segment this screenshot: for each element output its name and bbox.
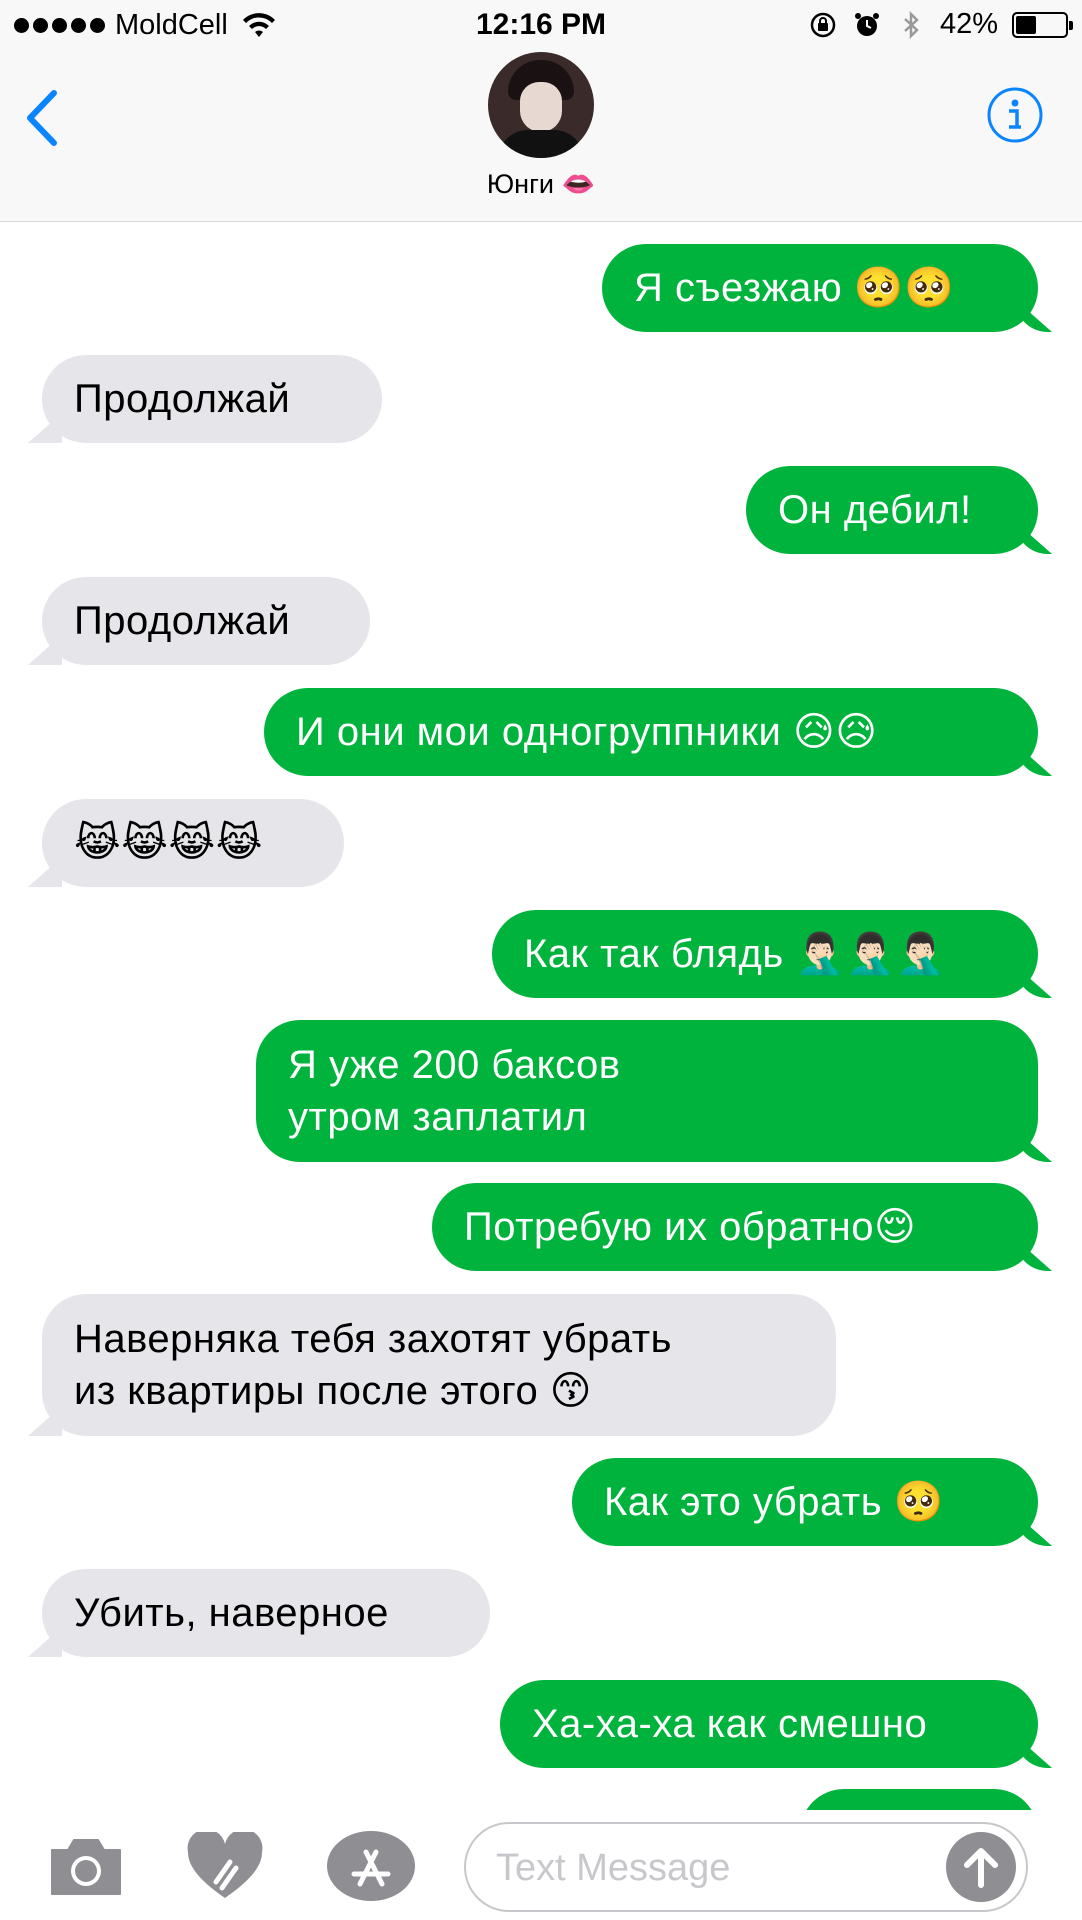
message-bubble-incoming[interactable]: Убить, наверное: [42, 1569, 490, 1657]
message-text-field[interactable]: [464, 1822, 1028, 1912]
back-chevron-icon: [27, 90, 57, 146]
message-bubble-outgoing[interactable]: Ха-ха-ха как смешно: [500, 1680, 1038, 1768]
back-button[interactable]: [24, 78, 74, 158]
message-bubble-outgoing[interactable]: Я съезжаю 🥺🥺: [602, 244, 1038, 332]
battery-percent: 42%: [939, 8, 998, 40]
message-bubble-incoming[interactable]: 😹😹😹😹: [42, 799, 344, 887]
message-bubble-outgoing[interactable]: Как так блядь 🤦🏻‍♂️🤦🏻‍♂️🤦🏻‍♂️: [492, 910, 1038, 998]
status-right: 42%: [808, 8, 1073, 41]
alarm-icon: [854, 12, 879, 36]
message-bubble-outgoing[interactable]: И они мои одногруппники 😥😥: [264, 688, 1038, 776]
message-bubble-outgoing-partial[interactable]: [800, 1789, 1038, 1810]
message-bubble-outgoing[interactable]: Потребую их обратно😌: [432, 1183, 1038, 1271]
battery-fill: [1016, 15, 1037, 34]
contact-name[interactable]: Юнги 👄: [0, 168, 1082, 200]
message-bubble-outgoing[interactable]: Я уже 200 баксов утром заплатил: [256, 1020, 1038, 1162]
bluetooth-icon: [904, 10, 919, 39]
message-bubble-incoming[interactable]: Продолжай: [42, 577, 370, 665]
message-bubble-incoming[interactable]: Наверняка тебя захотят убрать из квартир…: [42, 1294, 836, 1436]
send-arrow-icon: [964, 1848, 998, 1888]
send-button[interactable]: [946, 1832, 1016, 1902]
info-icon[interactable]: [986, 86, 1044, 144]
messages-screen: MoldCell 12:16 PM 42% Юнги 👄 Я съезжаю 🥺…: [0, 0, 1082, 1920]
battery-icon: [1012, 11, 1073, 38]
digital-touch-heart-icon[interactable]: [186, 1832, 264, 1902]
message-bubble-outgoing[interactable]: Как это убрать 🥺: [572, 1458, 1038, 1546]
message-list[interactable]: Я съезжаю 🥺🥺 Продолжай Он дебил! Продолж…: [0, 223, 1082, 1810]
app-store-icon[interactable]: [326, 1830, 416, 1902]
message-input[interactable]: [496, 1838, 936, 1898]
message-bubble-outgoing[interactable]: Он дебил!: [746, 466, 1038, 554]
rotation-lock-icon: [810, 12, 836, 37]
conversation-header: Юнги 👄: [0, 50, 1082, 222]
compose-bar: [0, 1810, 1082, 1920]
avatar[interactable]: [488, 52, 594, 158]
camera-icon[interactable]: [48, 1836, 124, 1898]
message-bubble-incoming[interactable]: Продолжай: [42, 355, 382, 443]
status-bar: MoldCell 12:16 PM 42%: [0, 0, 1082, 50]
